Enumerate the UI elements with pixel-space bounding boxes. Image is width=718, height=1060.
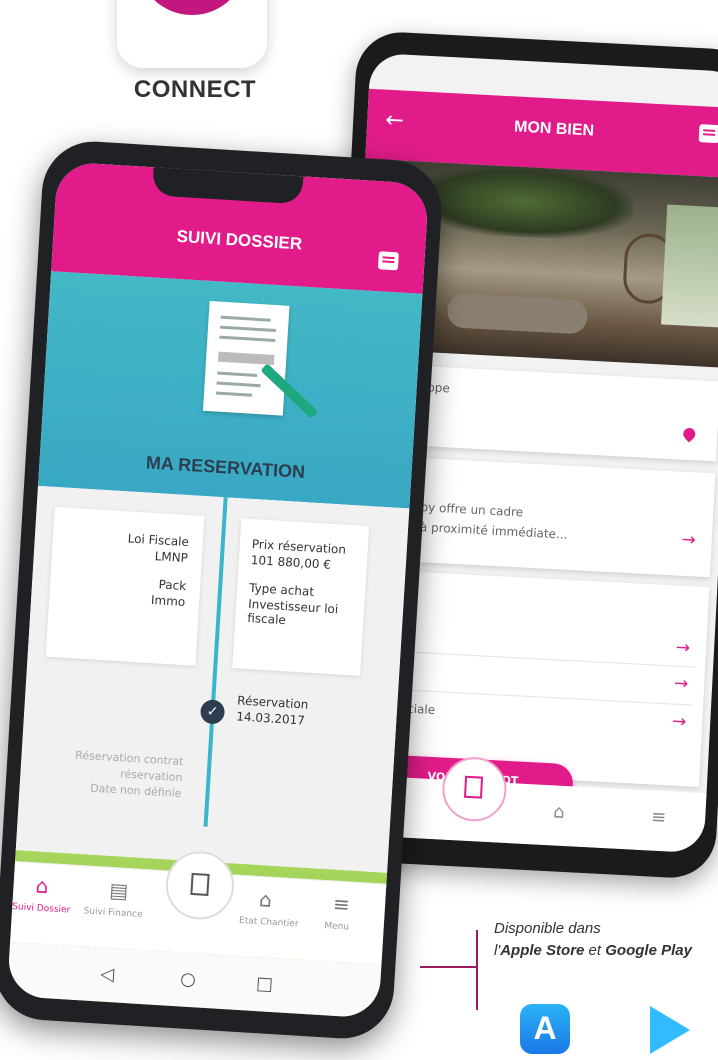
menu-icon[interactable]: ≡ (332, 892, 350, 917)
nav-menu[interactable]: Menu (301, 920, 371, 934)
front-phone-screen: SUIVI DOSSIER MA RESERVATION Loi Fiscale… (6, 161, 430, 1019)
finance-icon[interactable]: ▤ (109, 878, 129, 903)
pack-value: Immo (150, 592, 186, 610)
connector-line-vertical (476, 930, 478, 1010)
arrow-right-icon[interactable]: → (675, 638, 690, 659)
building-icon (190, 872, 210, 896)
availability-line2: l'Apple Store et Google Play (494, 942, 692, 959)
chat-icon[interactable] (698, 124, 718, 144)
nav-suivi-finance[interactable]: Suivi Finance (78, 906, 148, 920)
nav-etat-chantier[interactable]: Etat Chantier (234, 916, 304, 930)
android-back-icon[interactable]: ◁ (100, 964, 115, 986)
pack-label: Pack (158, 577, 187, 594)
connector-line (420, 966, 476, 968)
chat-icon[interactable] (377, 251, 399, 271)
crane-icon[interactable]: ⌂ (258, 887, 272, 912)
folder-icon[interactable]: ⌂ (35, 873, 49, 898)
prix-value: 101 880,00 € (250, 552, 332, 572)
fiscal-card: Loi Fiscale LMNP Pack Immo (45, 506, 205, 666)
type-achat-value: Investisseur loi fiscale (246, 596, 339, 628)
apple-store-text: Apple Store (500, 942, 585, 959)
map-pin-icon[interactable] (680, 425, 698, 443)
loi-fiscale-value: LMNP (154, 549, 189, 566)
front-header-title: SUIVI DOSSIER (176, 226, 303, 254)
android-recent-icon[interactable]: □ (255, 973, 273, 995)
google-play-icon[interactable] (650, 1006, 690, 1054)
arrow-right-icon[interactable]: → (673, 674, 688, 695)
google-play-text: Google Play (605, 942, 692, 959)
front-phone: SUIVI DOSSIER MA RESERVATION Loi Fiscale… (0, 138, 445, 1042)
crane-icon[interactable]: ⌂ (553, 801, 566, 823)
brand-name: CONNECT (133, 76, 257, 103)
app-store-icon[interactable] (520, 1004, 570, 1054)
nav-suivi-dossier[interactable]: Suivi Dossier (7, 902, 77, 916)
building-icon (463, 775, 484, 799)
price-card: Prix réservation 101 880,00 € Type achat… (232, 518, 370, 676)
menu-icon[interactable]: ≡ (651, 807, 667, 829)
arrow-right-icon[interactable]: → (681, 530, 696, 551)
availability-line1: Disponible dans (494, 920, 601, 937)
arrow-right-icon[interactable]: → (671, 711, 686, 732)
app-logo (117, 0, 267, 68)
loi-fiscale-label: Loi Fiscale (127, 531, 190, 550)
document-illustration (202, 300, 290, 416)
back-header-title: MON BIEN (513, 118, 595, 140)
android-home-icon[interactable]: ○ (180, 968, 197, 990)
type-achat-label: Type achat (248, 580, 315, 599)
